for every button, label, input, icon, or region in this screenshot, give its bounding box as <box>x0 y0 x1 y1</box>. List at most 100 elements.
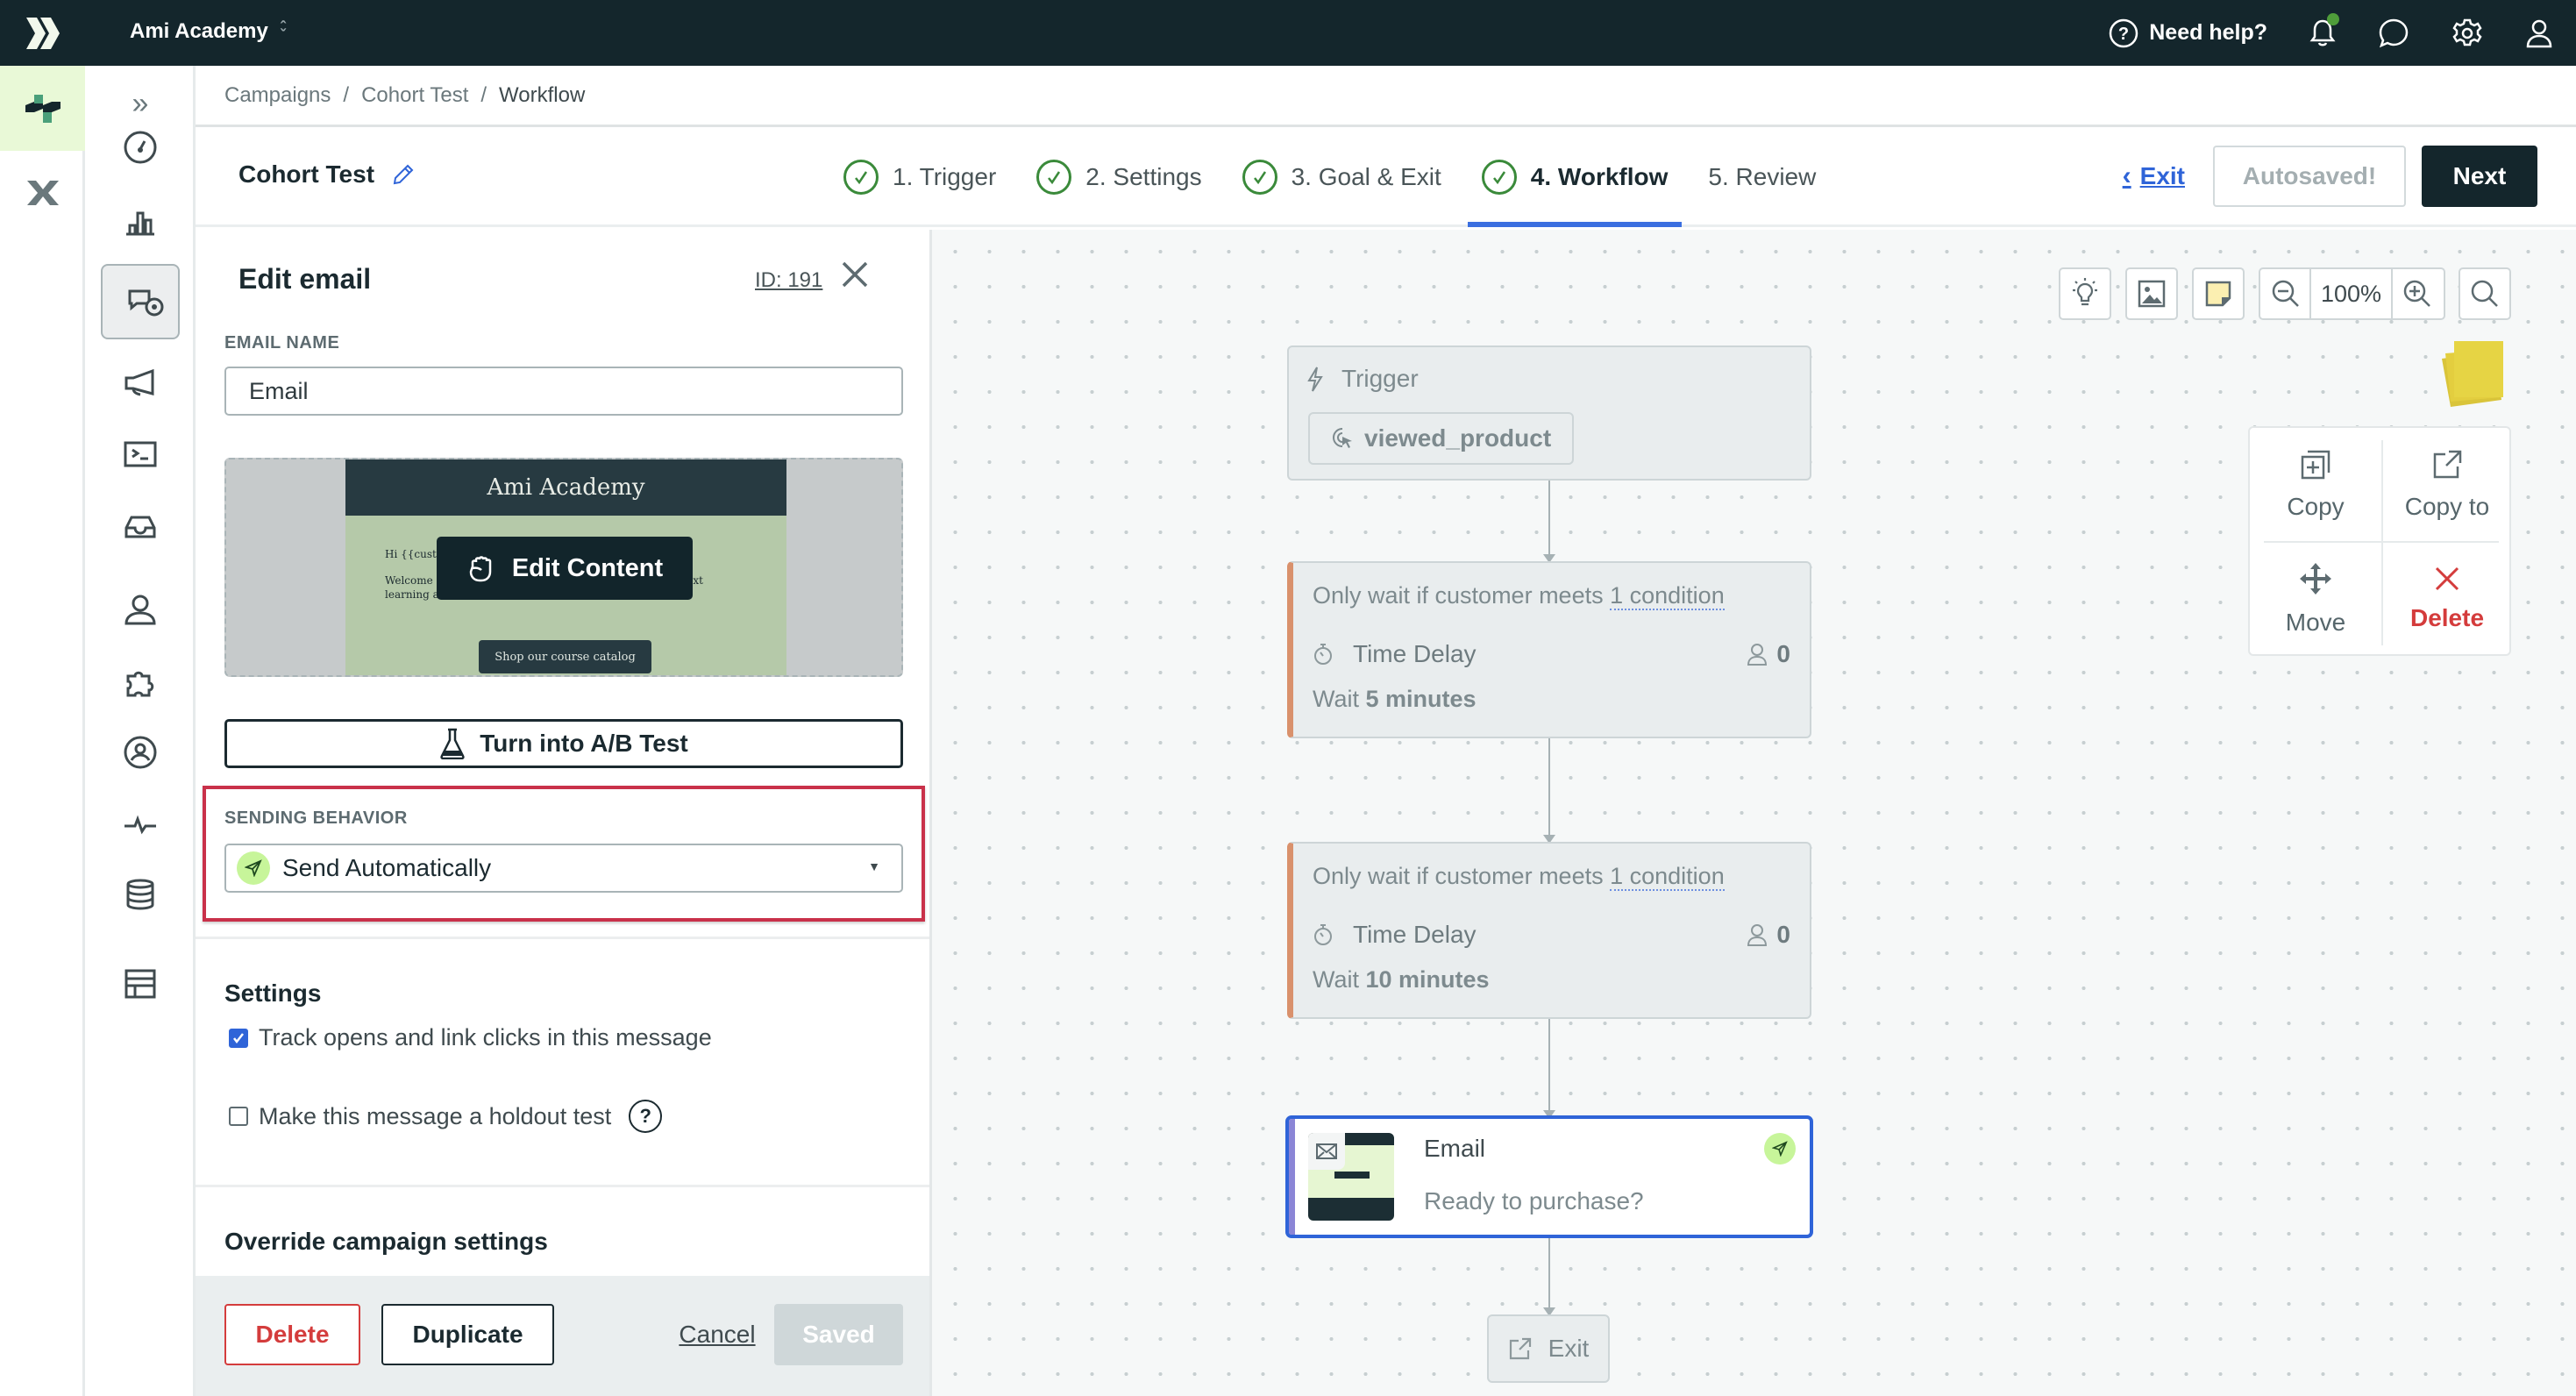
step-label: 1. Trigger <box>893 163 997 190</box>
campaign-name: Cohort Test <box>238 160 375 188</box>
email-node-selected[interactable]: Email Ready to purchase? <box>1285 1115 1813 1238</box>
tips-button[interactable] <box>2059 267 2111 320</box>
check-circle-icon <box>1036 160 1072 195</box>
lightbulb-icon <box>2073 278 2097 306</box>
envelope-icon <box>1308 1133 1345 1170</box>
email-name-input[interactable]: Email <box>224 367 903 416</box>
delay-type-row: Time Delay 0 <box>1313 640 1790 668</box>
product-secondary-button[interactable] <box>0 153 85 232</box>
campaign-title: Cohort Test <box>238 160 415 189</box>
track-opens-checkbox[interactable]: Track opens and link clicks in this mess… <box>229 1024 712 1051</box>
duplicate-button[interactable]: Duplicate <box>381 1304 554 1365</box>
section-divider <box>196 937 929 939</box>
copy-to-button[interactable]: Copy to <box>2381 428 2513 542</box>
exit-node-label: Exit <box>1548 1335 1590 1362</box>
step-review[interactable]: 5. Review <box>1703 127 1821 227</box>
nav-segments[interactable] <box>101 715 180 790</box>
nav-broadcasts[interactable] <box>101 345 180 420</box>
nav-inbox[interactable] <box>101 488 180 564</box>
time-delay-node[interactable]: Only wait if customer meets 1 condition … <box>1287 842 1811 1019</box>
move-button[interactable]: Move <box>2250 542 2381 656</box>
step-trigger[interactable]: 1. Trigger <box>838 127 1001 227</box>
cancel-link[interactable]: Cancel <box>676 1304 758 1365</box>
nav-analytics[interactable] <box>101 182 180 258</box>
override-settings-heading[interactable]: Override campaign settings <box>224 1228 548 1256</box>
saved-button[interactable]: Saved <box>774 1304 903 1365</box>
need-help-button[interactable]: ? Need help? <box>2109 18 2267 48</box>
track-opens-label: Track opens and link clicks in this mess… <box>259 1024 712 1051</box>
product-journeys-button[interactable] <box>0 66 85 151</box>
exit-node[interactable]: Exit <box>1487 1314 1610 1383</box>
nav-integrations[interactable] <box>101 644 180 719</box>
step-settings[interactable]: 2. Settings <box>1031 127 1206 227</box>
nav-people[interactable] <box>101 572 180 647</box>
zoom-in-button[interactable] <box>2393 269 2442 318</box>
sending-behavior-select[interactable]: Send Automatically ▼ <box>224 844 903 893</box>
table-layout-icon <box>125 969 156 999</box>
breadcrumb-campaigns[interactable]: Campaigns <box>224 83 331 108</box>
delete-button[interactable]: Delete <box>224 1304 360 1365</box>
zoom-in-icon <box>2403 280 2430 307</box>
breadcrumb-campaign[interactable]: Cohort Test <box>361 83 468 108</box>
step-label: 3. Goal & Exit <box>1291 163 1441 190</box>
gear-icon[interactable] <box>2451 18 2483 49</box>
speedometer-icon <box>124 131 157 164</box>
sticky-notes-stack-icon[interactable] <box>2442 341 2503 407</box>
step-goal-exit[interactable]: 3. Goal & Exit <box>1237 127 1447 227</box>
send-automatically-icon <box>1764 1133 1796 1165</box>
workflow-canvas[interactable]: 100% Copy Copy to Move Delete Trigger vi… <box>932 230 2576 1396</box>
nav-activity[interactable] <box>101 787 180 862</box>
ab-test-button[interactable]: Turn into A/B Test <box>224 719 903 768</box>
pencil-edit-icon[interactable] <box>392 163 415 186</box>
add-note-button[interactable] <box>2192 267 2245 320</box>
condition-link[interactable]: 1 condition <box>1610 863 1725 891</box>
help-circle-icon[interactable]: ? <box>629 1100 663 1133</box>
lightning-icon <box>1307 367 1323 392</box>
app-logo-icon[interactable] <box>25 16 61 51</box>
add-image-button[interactable] <box>2125 267 2178 320</box>
user-account-icon[interactable] <box>2525 18 2553 48</box>
copy-icon <box>2301 450 2330 480</box>
step-label: 4. Workflow <box>1530 163 1669 190</box>
nav-objects[interactable] <box>101 946 180 1022</box>
delay-type: Time Delay <box>1353 921 1477 948</box>
nav-dashboard[interactable] <box>101 110 180 185</box>
node-context-menu: Copy Copy to Move Delete <box>2248 426 2511 656</box>
edit-content-button[interactable]: Edit Content <box>437 537 693 600</box>
holdout-checkbox[interactable]: Make this message a holdout test ? <box>229 1100 663 1133</box>
workspace-switcher[interactable]: Ami Academy ˆˇ <box>130 19 286 44</box>
notifications-button[interactable] <box>2309 12 2339 48</box>
email-id-link[interactable]: ID: 191 <box>755 268 822 293</box>
settings-heading: Settings <box>224 979 322 1007</box>
zoom-level: 100% <box>2311 269 2393 318</box>
delay-type: Time Delay <box>1353 640 1477 667</box>
nav-transactional[interactable] <box>101 417 180 492</box>
nav-campaigns[interactable] <box>101 264 180 339</box>
person-circle-icon <box>124 736 157 769</box>
condition-link[interactable]: 1 condition <box>1610 582 1725 610</box>
delete-node-button[interactable]: Delete <box>2381 542 2513 656</box>
next-button[interactable]: Next <box>2422 146 2537 207</box>
panel-title: Edit email <box>238 263 372 295</box>
checkbox-unchecked-icon[interactable] <box>229 1107 248 1126</box>
trigger-event-pill[interactable]: viewed_product <box>1308 412 1575 465</box>
breadcrumb-separator: / <box>480 82 487 107</box>
zoom-out-icon <box>2272 280 2299 307</box>
search-button[interactable] <box>2459 267 2511 320</box>
zoom-out-button[interactable] <box>2262 269 2311 318</box>
nav-data[interactable] <box>101 857 180 932</box>
autosaved-button[interactable]: Autosaved! <box>2213 146 2406 207</box>
chat-icon[interactable] <box>2378 18 2409 49</box>
need-help-label: Need help? <box>2149 20 2267 45</box>
copy-button[interactable]: Copy <box>2250 428 2381 542</box>
exit-label: Exit <box>2139 162 2185 189</box>
exit-link[interactable]: ‹ Exit <box>2123 161 2185 191</box>
step-tabs: 1. Trigger 2. Settings 3. Goal & Exit 4.… <box>838 127 1821 227</box>
close-icon[interactable] <box>840 260 870 289</box>
checkbox-checked-icon[interactable] <box>229 1028 248 1048</box>
delay-wait: Wait 5 minutes <box>1313 686 1477 713</box>
email-preview[interactable]: Ami Academy Hi {{custoWelcome ... course… <box>224 458 903 677</box>
trigger-node[interactable]: Trigger viewed_product <box>1287 345 1811 481</box>
step-workflow[interactable]: 4. Workflow <box>1467 127 1683 227</box>
time-delay-node[interactable]: Only wait if customer meets 1 condition … <box>1287 561 1811 738</box>
